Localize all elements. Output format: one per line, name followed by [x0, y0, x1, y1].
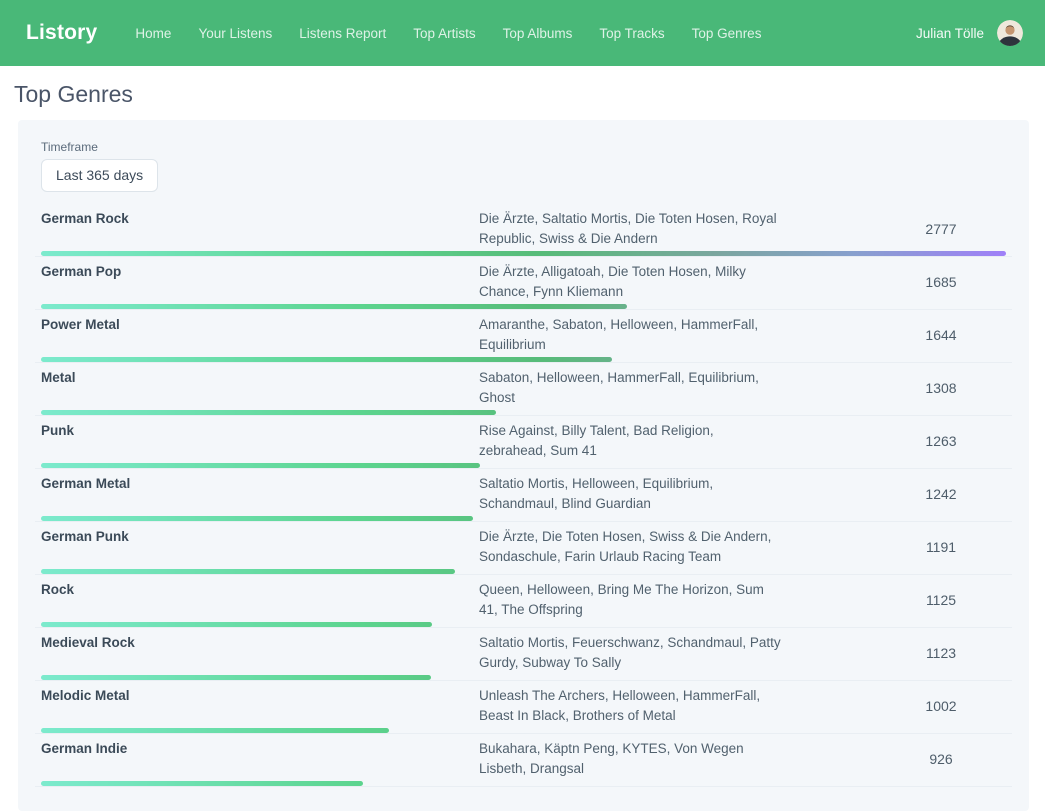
- genre-bar-track: [41, 622, 1006, 627]
- genre-bar: [41, 622, 432, 627]
- genre-name: German Indie: [41, 739, 479, 759]
- artists-list: Die Ärzte, Die Toten Hosen, Swiss & Die …: [479, 527, 781, 567]
- listen-count: 926: [876, 749, 1006, 769]
- table-row: German Indie Bukahara, Käptn Peng, KYTES…: [35, 734, 1012, 787]
- genre-name: Rock: [41, 580, 479, 600]
- genres-table: German Rock Die Ärzte, Saltatio Mortis, …: [35, 204, 1012, 787]
- table-row: German Punk Die Ärzte, Die Toten Hosen, …: [35, 522, 1012, 575]
- listen-count: 1191: [876, 537, 1006, 557]
- artists-list: Unleash The Archers, Helloween, HammerFa…: [479, 686, 781, 726]
- listen-count: 1123: [876, 643, 1006, 663]
- genre-name: Melodic Metal: [41, 686, 479, 706]
- genre-bar: [41, 463, 480, 468]
- artists-list: Bukahara, Käptn Peng, KYTES, Von Wegen L…: [479, 739, 781, 779]
- genre-bar: [41, 304, 627, 309]
- table-row: German Rock Die Ärzte, Saltatio Mortis, …: [35, 204, 1012, 257]
- avatar[interactable]: [997, 20, 1023, 46]
- genre-name: German Punk: [41, 527, 479, 547]
- genre-name: Power Metal: [41, 315, 479, 335]
- genre-bar-track: [41, 463, 1006, 468]
- listen-count: 1002: [876, 696, 1006, 716]
- genre-name: Medieval Rock: [41, 633, 479, 653]
- artists-list: Saltatio Mortis, Helloween, Equilibrium,…: [479, 474, 781, 514]
- genre-bar-track: [41, 410, 1006, 415]
- genre-bar: [41, 675, 431, 680]
- table-row: Power Metal Amaranthe, Sabaton, Hellowee…: [35, 310, 1012, 363]
- table-row: Medieval Rock Saltatio Mortis, Feuerschw…: [35, 628, 1012, 681]
- listen-count: 1644: [876, 325, 1006, 345]
- timeframe-label: Timeframe: [41, 140, 1012, 154]
- artists-list: Die Ärzte, Saltatio Mortis, Die Toten Ho…: [479, 209, 781, 249]
- nav-item-top-genres[interactable]: Top Genres: [692, 26, 762, 41]
- top-genres-card: Timeframe Last 365 days German Rock Die …: [18, 120, 1029, 811]
- user-photo-icon: [997, 20, 1023, 46]
- table-row: Melodic Metal Unleash The Archers, Hello…: [35, 681, 1012, 734]
- genre-bar-track: [41, 728, 1006, 733]
- listen-count: 1263: [876, 431, 1006, 451]
- table-row: Metal Sabaton, Helloween, HammerFall, Eq…: [35, 363, 1012, 416]
- genre-bar: [41, 516, 473, 521]
- genre-bar-track: [41, 304, 1006, 309]
- nav-item-your-listens[interactable]: Your Listens: [198, 26, 272, 41]
- genre-bar: [41, 569, 455, 574]
- table-row: Rock Queen, Helloween, Bring Me The Hori…: [35, 575, 1012, 628]
- genre-bar-track: [41, 516, 1006, 521]
- genre-bar: [41, 410, 496, 415]
- artists-list: Saltatio Mortis, Feuerschwanz, Schandmau…: [479, 633, 781, 673]
- nav-item-listens-report[interactable]: Listens Report: [299, 26, 386, 41]
- genre-bar-track: [41, 569, 1006, 574]
- table-row: German Pop Die Ärzte, Alligatoah, Die To…: [35, 257, 1012, 310]
- timeframe-select[interactable]: Last 365 days: [41, 159, 158, 192]
- genre-bar-track: [41, 251, 1006, 256]
- genre-bar-track: [41, 675, 1006, 680]
- nav-item-top-albums[interactable]: Top Albums: [503, 26, 573, 41]
- listen-count: 1308: [876, 378, 1006, 398]
- listen-count: 1242: [876, 484, 1006, 504]
- artists-list: Die Ärzte, Alligatoah, Die Toten Hosen, …: [479, 262, 781, 302]
- genre-name: German Metal: [41, 474, 479, 494]
- table-row: German Metal Saltatio Mortis, Helloween,…: [35, 469, 1012, 522]
- listen-count: 1685: [876, 272, 1006, 292]
- nav-item-top-artists[interactable]: Top Artists: [413, 26, 475, 41]
- artists-list: Queen, Helloween, Bring Me The Horizon, …: [479, 580, 781, 620]
- nav-links: Home Your Listens Listens Report Top Artist…: [135, 26, 761, 41]
- artists-list: Rise Against, Billy Talent, Bad Religion…: [479, 421, 781, 461]
- table-row: Punk Rise Against, Billy Talent, Bad Rel…: [35, 416, 1012, 469]
- listen-count: 2777: [876, 219, 1006, 239]
- genre-name: Punk: [41, 421, 479, 441]
- artists-list: Amaranthe, Sabaton, Helloween, HammerFal…: [479, 315, 781, 355]
- user-name[interactable]: Julian Tölle: [916, 26, 984, 41]
- genre-name: German Pop: [41, 262, 479, 282]
- genre-name: German Rock: [41, 209, 479, 229]
- navbar: Listory Home Your Listens Listens Report To…: [0, 0, 1045, 66]
- nav-item-home[interactable]: Home: [135, 26, 171, 41]
- nav-item-top-tracks[interactable]: Top Tracks: [599, 26, 664, 41]
- page-title: Top Genres: [14, 81, 1045, 108]
- genre-bar-track: [41, 781, 1006, 786]
- genre-bar: [41, 357, 612, 362]
- brand-logo[interactable]: Listory: [26, 21, 97, 45]
- genre-bar-track: [41, 357, 1006, 362]
- genre-bar: [41, 728, 389, 733]
- genre-bar: [41, 251, 1006, 256]
- artists-list: Sabaton, Helloween, HammerFall, Equilibr…: [479, 368, 781, 408]
- genre-bar: [41, 781, 363, 786]
- genre-name: Metal: [41, 368, 479, 388]
- listen-count: 1125: [876, 590, 1006, 610]
